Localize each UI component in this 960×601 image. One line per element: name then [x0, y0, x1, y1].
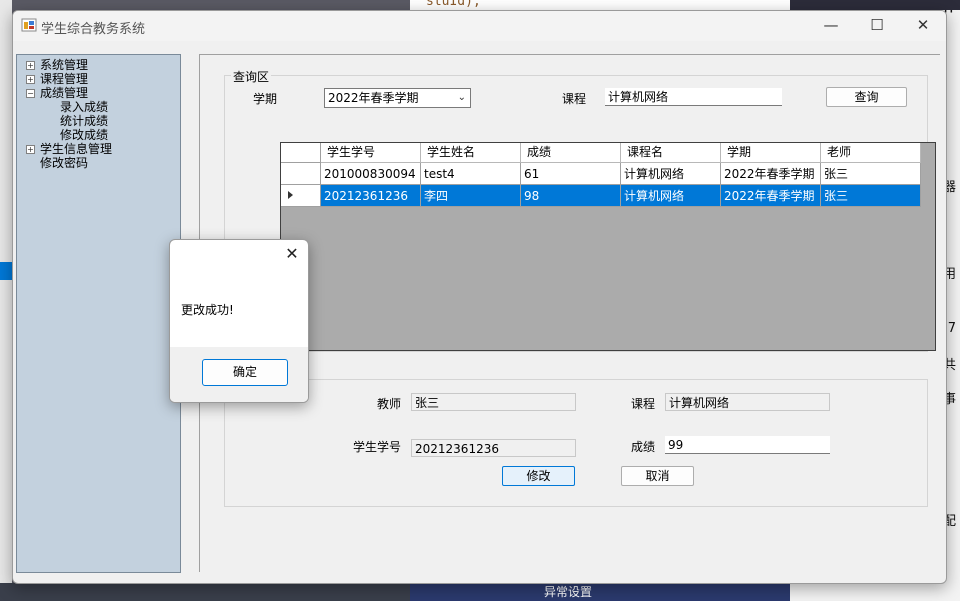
- collapse-icon[interactable]: −: [26, 89, 35, 98]
- dialog-message: 更改成功!: [181, 303, 234, 317]
- cancel-button[interactable]: 取消: [621, 466, 694, 486]
- tree-item-system-management[interactable]: 系统管理: [40, 58, 88, 72]
- title-bar[interactable]: 学生综合教务系统 — ☐ ✕: [13, 11, 946, 41]
- tree-item-statistics-grades[interactable]: 统计成绩: [60, 114, 108, 128]
- message-dialog: ✕ 更改成功! 确定: [169, 239, 309, 403]
- teacher-field[interactable]: 张三: [411, 393, 576, 411]
- minimize-button[interactable]: —: [808, 11, 854, 41]
- course-label: 课程: [562, 92, 587, 106]
- main-window: 学生综合教务系统 — ☐ ✕ + 系统管理 + 课程管理 − 成绩管理 录入成绩…: [12, 10, 947, 584]
- row-header[interactable]: [281, 163, 321, 185]
- column-header[interactable]: 课程名: [621, 143, 721, 163]
- modify-button[interactable]: 修改: [502, 466, 575, 486]
- table-cell[interactable]: 计算机网络: [621, 163, 721, 185]
- table-row[interactable]: 201000830094 test4 61 计算机网络 2022年春季学期 张三: [281, 163, 921, 185]
- background-bottom-left: [0, 583, 410, 601]
- column-header[interactable]: 老师: [821, 143, 921, 163]
- tree-item-change-password[interactable]: 修改密码: [40, 156, 88, 170]
- tree-item-course-management[interactable]: 课程管理: [40, 72, 88, 86]
- tree-item-enter-grades[interactable]: 录入成绩: [60, 100, 108, 114]
- student-id-label: 学生学号: [353, 440, 402, 454]
- expand-icon[interactable]: +: [26, 145, 35, 154]
- query-group-title: 查询区: [231, 68, 272, 85]
- row-pointer-icon: [288, 191, 293, 199]
- edit-group: 教师 张三 课程 计算机网络 学生学号 20212361236 成绩 99 修改…: [224, 379, 928, 507]
- grades-grid[interactable]: 学生学号 学生姓名 成绩 课程名 学期 老师 201000830094 test…: [280, 142, 936, 351]
- content-panel: 查询区 学期 2022年春季学期 ⌄ 课程 计算机网络 查询 学生学号 学生姓名…: [199, 54, 940, 572]
- column-header[interactable]: 学生学号: [321, 143, 421, 163]
- window-title: 学生综合教务系统: [41, 22, 146, 37]
- ok-button[interactable]: 确定: [202, 359, 288, 386]
- background-code-text: stuId);: [426, 0, 481, 9]
- table-cell[interactable]: 20212361236: [321, 185, 421, 207]
- table-cell[interactable]: 98: [521, 185, 621, 207]
- edit-course-field[interactable]: 计算机网络: [665, 393, 830, 411]
- background-left-pane: [0, 0, 12, 601]
- background-left-selection: [0, 262, 12, 280]
- score-label: 成绩: [631, 440, 656, 454]
- table-cell[interactable]: 张三: [821, 163, 921, 185]
- table-row-selected[interactable]: 20212361236 李四 98 计算机网络 2022年春季学期 张三: [281, 185, 921, 207]
- row-header[interactable]: [281, 185, 321, 207]
- table-cell[interactable]: test4: [421, 163, 521, 185]
- table-cell[interactable]: 201000830094: [321, 163, 421, 185]
- table-cell[interactable]: 李四: [421, 185, 521, 207]
- close-button[interactable]: ✕: [900, 11, 946, 41]
- term-select[interactable]: 2022年春季学期 ⌄: [324, 88, 471, 108]
- column-header[interactable]: 学生姓名: [421, 143, 521, 163]
- background-right-text-3: 7: [947, 321, 956, 336]
- term-select-value: 2022年春季学期: [328, 91, 419, 105]
- grid-corner: [281, 143, 321, 163]
- close-icon[interactable]: ✕: [282, 244, 302, 264]
- score-input[interactable]: 99: [665, 436, 830, 454]
- app-icon: [21, 18, 37, 32]
- tree-item-grade-management[interactable]: 成绩管理: [40, 86, 88, 100]
- background-status-bar: 异常设置: [410, 583, 790, 601]
- column-header[interactable]: 成绩: [521, 143, 621, 163]
- term-label: 学期: [253, 92, 278, 106]
- tree-item-modify-grades[interactable]: 修改成绩: [60, 128, 108, 142]
- table-cell[interactable]: 2022年春季学期: [721, 185, 821, 207]
- table-cell[interactable]: 61: [521, 163, 621, 185]
- table-cell[interactable]: 张三: [821, 185, 921, 207]
- chevron-down-icon[interactable]: ⌄: [458, 89, 466, 107]
- teacher-label: 教师: [377, 397, 402, 411]
- tree-item-student-info-management[interactable]: 学生信息管理: [40, 142, 112, 156]
- edit-course-label: 课程: [631, 397, 656, 411]
- table-cell[interactable]: 计算机网络: [621, 185, 721, 207]
- student-id-field[interactable]: 20212361236: [411, 439, 576, 457]
- query-group: 查询区 学期 2022年春季学期 ⌄ 课程 计算机网络 查询 学生学号 学生姓名…: [224, 68, 936, 352]
- expand-icon[interactable]: +: [26, 75, 35, 84]
- column-header[interactable]: 学期: [721, 143, 821, 163]
- background-right-header: [790, 0, 960, 10]
- navigation-tree[interactable]: + 系统管理 + 课程管理 − 成绩管理 录入成绩 统计成绩 修改成绩 + 学生…: [16, 54, 181, 573]
- background-status-text: 异常设置: [544, 585, 593, 599]
- dialog-footer: 确定: [170, 347, 308, 402]
- maximize-button[interactable]: ☐: [854, 11, 900, 41]
- table-cell[interactable]: 2022年春季学期: [721, 163, 821, 185]
- course-input[interactable]: 计算机网络: [605, 88, 782, 106]
- expand-icon[interactable]: +: [26, 61, 35, 70]
- search-button[interactable]: 查询: [826, 87, 907, 107]
- grid-header-row: 学生学号 学生姓名 成绩 课程名 学期 老师: [281, 143, 921, 163]
